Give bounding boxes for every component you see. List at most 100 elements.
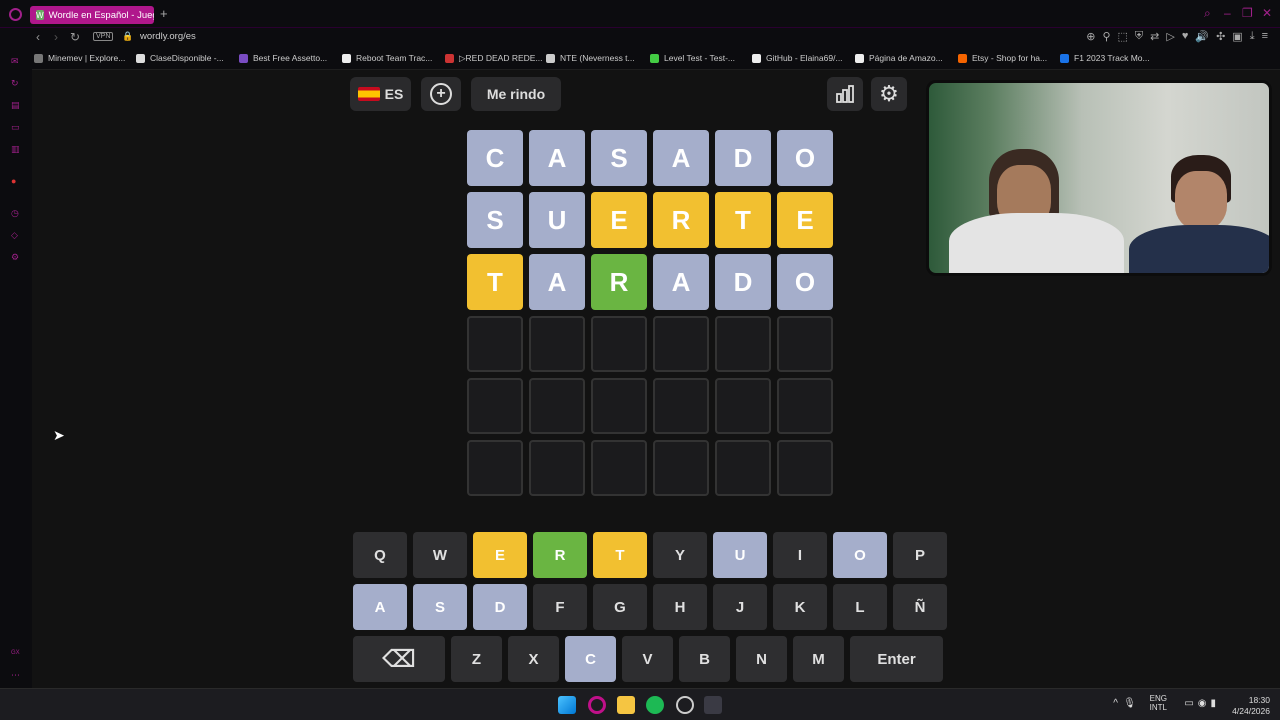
- sidebar-clock-icon[interactable]: ◷: [11, 208, 22, 219]
- key-v[interactable]: V: [622, 636, 673, 682]
- sidebar-music-icon[interactable]: ●: [11, 176, 22, 187]
- settings-button[interactable]: ⚙: [871, 77, 907, 111]
- key-k[interactable]: K: [773, 584, 827, 630]
- bookmark-item[interactable]: ▷RED DEAD REDE...: [445, 53, 543, 64]
- new-game-button[interactable]: +: [421, 77, 461, 111]
- key-d[interactable]: D: [473, 584, 527, 630]
- key-r[interactable]: R: [533, 532, 587, 578]
- lock-icon[interactable]: 🔒: [122, 31, 133, 42]
- minimize-button[interactable]: –: [1224, 6, 1231, 20]
- download-icon[interactable]: ⤓: [1250, 30, 1255, 43]
- tray-chevron-icon[interactable]: ^: [1113, 698, 1118, 709]
- key-y[interactable]: Y: [653, 532, 707, 578]
- key-m[interactable]: M: [793, 636, 844, 682]
- url-field[interactable]: wordly.org/es: [140, 31, 196, 42]
- language-label: ES: [384, 86, 404, 102]
- bookmark-item[interactable]: F1 2023 Track Mo...: [1060, 53, 1150, 63]
- key-o[interactable]: O: [833, 532, 887, 578]
- snapshot-icon[interactable]: ⬚: [1118, 30, 1128, 43]
- bookmark-item[interactable]: Minemev | Explore...: [34, 53, 125, 63]
- microphone-icon[interactable]: 🎙: [1123, 698, 1136, 709]
- opera-gx-taskbar-icon[interactable]: [588, 696, 606, 714]
- key-s[interactable]: S: [413, 584, 467, 630]
- steam-icon[interactable]: [704, 696, 722, 714]
- enter-key[interactable]: Enter: [850, 636, 943, 682]
- bookmark-item[interactable]: ClaseDisponible -...: [136, 53, 224, 63]
- key-z[interactable]: Z: [451, 636, 502, 682]
- key-w[interactable]: W: [413, 532, 467, 578]
- bookmark-item[interactable]: Página de Amazo...: [855, 53, 943, 63]
- key-c[interactable]: C: [565, 636, 616, 682]
- key-h[interactable]: H: [653, 584, 707, 630]
- windows-start-icon[interactable]: [558, 696, 576, 714]
- bookmark-item[interactable]: NTE (Neverness t...: [546, 53, 635, 63]
- puzzle-icon[interactable]: ✣: [1216, 30, 1225, 43]
- sidebar-chat-icon[interactable]: ▭: [11, 122, 22, 133]
- board-tile: [467, 440, 523, 496]
- menu-icon[interactable]: ≡: [1262, 30, 1268, 43]
- search-icon[interactable]: ⌕: [1204, 6, 1211, 21]
- key-l[interactable]: L: [833, 584, 887, 630]
- system-clock[interactable]: 18:30 4/24/2026: [1232, 695, 1270, 717]
- backspace-key[interactable]: ⌫: [353, 636, 445, 682]
- key-t[interactable]: T: [593, 532, 647, 578]
- audio-icon[interactable]: 🔊: [1195, 30, 1209, 43]
- board-tile: [777, 440, 833, 496]
- bookmark-favicon-icon: [546, 53, 555, 63]
- sidebar-mail-icon[interactable]: ✉: [11, 56, 22, 67]
- statistics-button[interactable]: [827, 77, 863, 111]
- sidebar-more-icon[interactable]: ⋯: [11, 670, 22, 681]
- translate-icon[interactable]: ⇄: [1150, 30, 1159, 43]
- maximize-button[interactable]: ❐: [1242, 6, 1253, 20]
- key-a[interactable]: A: [353, 584, 407, 630]
- sidebar-pin-icon[interactable]: ◇: [11, 230, 22, 241]
- zoom-icon[interactable]: ⊕: [1086, 30, 1095, 43]
- bookmark-item[interactable]: Best Free Assetto...: [239, 53, 327, 63]
- close-button[interactable]: ✕: [1262, 6, 1272, 20]
- play-icon[interactable]: ▷: [1166, 30, 1174, 43]
- app-taskbar-icon[interactable]: [676, 696, 694, 714]
- key-f[interactable]: F: [533, 584, 587, 630]
- bookmark-label: ClaseDisponible -...: [150, 53, 224, 63]
- profile-avatar[interactable]: ▣: [1232, 30, 1242, 43]
- heart-icon[interactable]: ♥: [1182, 30, 1189, 43]
- vpn-badge[interactable]: VPN: [93, 32, 114, 41]
- give-up-button[interactable]: Me rindo: [471, 77, 561, 111]
- bookmark-item[interactable]: Level Test - Test-...: [650, 53, 735, 63]
- sidebar-history-icon[interactable]: ↻: [11, 78, 22, 89]
- tab-wordle[interactable]: W Wordle en Español - Juego: [30, 6, 154, 24]
- bookmark-item[interactable]: Reboot Team Trac...: [342, 53, 432, 63]
- file-explorer-icon[interactable]: [617, 696, 635, 714]
- forward-icon[interactable]: ›: [54, 30, 58, 44]
- shield-icon[interactable]: ⛨: [1135, 30, 1143, 43]
- input-language[interactable]: ENG INTL: [1150, 694, 1167, 713]
- key-b[interactable]: B: [679, 636, 730, 682]
- board-tile: T: [715, 192, 771, 248]
- key-u[interactable]: U: [713, 532, 767, 578]
- sidebar-bag-icon[interactable]: ▤: [11, 100, 22, 111]
- bookmark-item[interactable]: Etsy - Shop for ha...: [958, 53, 1047, 63]
- bookmark-item[interactable]: GitHub - Elaina69/...: [752, 53, 843, 63]
- back-icon[interactable]: ‹: [36, 30, 40, 44]
- sidebar-gx-icon[interactable]: GX: [11, 650, 22, 661]
- sidebar-settings-icon[interactable]: ⚙: [11, 252, 22, 263]
- network-volume-battery-icons[interactable]: ▭◉▮: [1184, 698, 1220, 709]
- extensions-icon[interactable]: ⚲: [1102, 30, 1110, 43]
- key-x[interactable]: X: [508, 636, 559, 682]
- key-p[interactable]: P: [893, 532, 947, 578]
- key-q[interactable]: Q: [353, 532, 407, 578]
- key-j[interactable]: J: [713, 584, 767, 630]
- reload-icon[interactable]: ↻: [70, 30, 80, 44]
- opera-logo-icon[interactable]: [9, 8, 22, 21]
- key-g[interactable]: G: [593, 584, 647, 630]
- sidebar-messenger-icon[interactable]: ▥: [11, 144, 22, 155]
- key-n[interactable]: N: [736, 636, 787, 682]
- board-tile: [715, 440, 771, 496]
- new-tab-button[interactable]: +: [160, 6, 168, 21]
- key-e[interactable]: E: [473, 532, 527, 578]
- clock-time: 18:30: [1248, 695, 1270, 705]
- spotify-icon[interactable]: [646, 696, 664, 714]
- key-i[interactable]: I: [773, 532, 827, 578]
- key-ñ[interactable]: Ñ: [893, 584, 947, 630]
- language-button[interactable]: ES: [350, 77, 411, 111]
